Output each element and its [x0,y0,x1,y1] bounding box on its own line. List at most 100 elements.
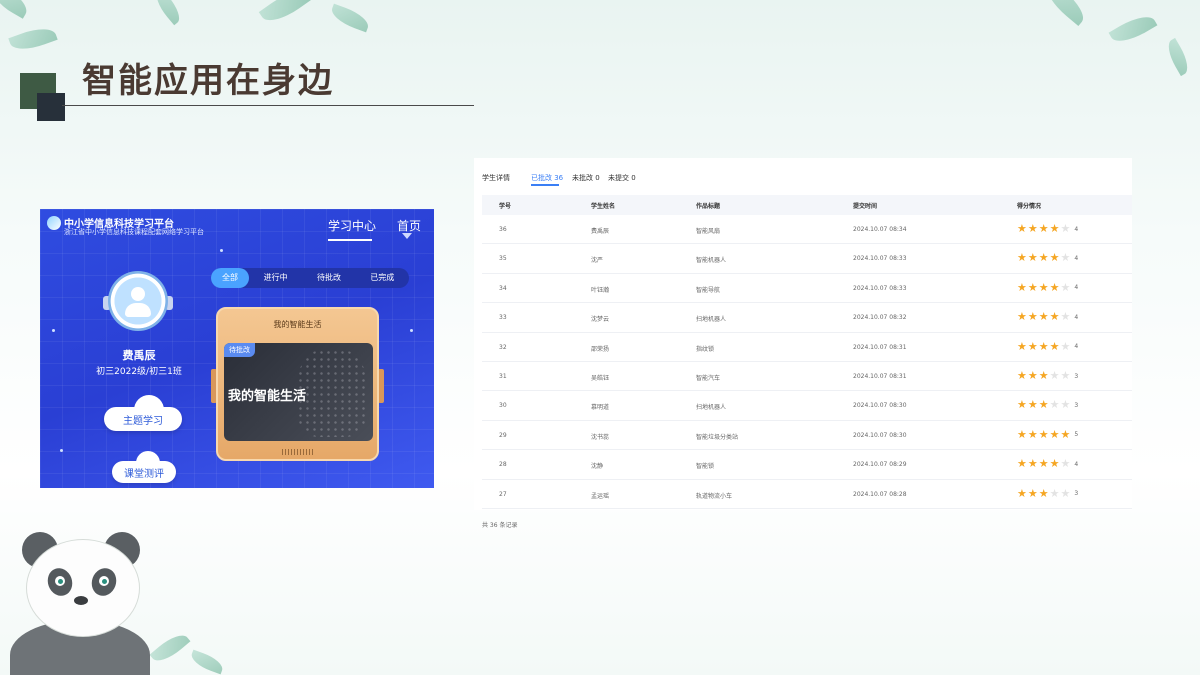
tab-all[interactable]: 全部 [211,268,249,288]
nav-active-indicator [328,239,372,241]
cell-student-id: 28 [499,461,507,469]
star-icon: ★ [1038,427,1049,441]
star-icon: ★ [1027,427,1038,441]
cell-submit-time: 2024.10.07 08:33 [853,284,907,292]
ai-face-image [297,349,367,437]
panda-pupil [102,579,107,584]
star-icon: ★ [1038,310,1049,324]
work-card[interactable]: 我的智能生活 待批改 我的智能生活 [216,307,379,461]
theme-learning-button[interactable]: 主题学习 [104,395,182,431]
work-card-screen: 待批改 我的智能生活 [224,343,373,441]
star-icon: ★ [1017,457,1027,471]
star-icon: ★ [1060,339,1071,353]
cell-work-title: 智能垃圾分类站 [696,433,739,441]
panda-pupil [58,579,63,584]
score-value: 3 [1074,490,1079,498]
panda-head [27,540,139,636]
star-icon: ★ [1060,457,1071,471]
class-assessment-button[interactable]: 课堂测评 [112,451,176,483]
star-rating: ★ ★ ★ ★ ★ 4 [1017,252,1078,264]
sparkle-icon [410,329,413,332]
app-logo-icon [47,216,61,230]
cell-submit-time: 2024.10.07 08:30 [853,402,907,410]
user-icon-body [125,303,151,317]
star-icon: ★ [1017,310,1027,324]
star-icon: ★ [1027,398,1038,412]
star-icon: ★ [1027,280,1038,294]
cell-submit-time: 2024.10.07 08:32 [853,314,907,322]
tab-completed[interactable]: 已完成 [356,268,409,288]
cell-work-title: 扫地机器人 [696,316,727,324]
table-row[interactable]: 35 沈严 智能机器人 2024.10.07 08:33 ★ ★ ★ ★ ★ 4 [482,244,1132,274]
table-row[interactable]: 28 沈静 智能锁 2024.10.07 08:29 ★ ★ ★ ★ ★ 4 [482,450,1132,480]
star-icon: ★ [1060,280,1071,294]
work-card-title: 我的智能生活 [273,320,322,329]
column-header: 作品标题 [696,203,721,210]
tab-pending-review[interactable]: 待批改 [302,268,355,288]
star-icon: ★ [1049,457,1060,471]
cell-student-id: 32 [499,343,507,351]
tab-active-indicator [531,184,559,186]
star-icon: ★ [1038,457,1049,471]
star-icon: ★ [1017,398,1027,412]
table-row[interactable]: 32 邵荣扬 指纹锁 2024.10.07 08:31 ★ ★ ★ ★ ★ 4 [482,333,1132,362]
star-icon: ★ [1027,251,1038,265]
column-header: 学生姓名 [591,203,616,210]
star-icon: ★ [1027,222,1038,235]
cell-student-id: 31 [499,373,507,380]
avatar [108,271,168,331]
star-icon: ★ [1017,339,1027,353]
table-row[interactable]: 34 叶钰瀚 智能导航 2024.10.07 08:33 ★ ★ ★ ★ ★ 4 [482,274,1132,304]
cell-student-name: 孟运瑶 [591,492,610,500]
star-icon: ★ [1038,251,1049,265]
score-value: 4 [1074,343,1079,351]
cell-submit-time: 2024.10.07 08:33 [853,255,907,263]
record-count: 共 36 条记录 [482,522,518,529]
cell-student-id: 33 [499,314,507,322]
nav-learning-center[interactable]: 学习中心 [328,217,376,234]
table-row[interactable]: 31 吴皓钰 智能汽车 2024.10.07 08:31 ★ ★ ★ ★ ★ 3 [482,362,1132,392]
app-brand-subtitle: 浙江省中小学信息科技课程配套网络学习平台 [64,228,204,236]
star-rating: ★ ★ ★ ★ ★ 4 [1017,339,1079,353]
status-tabs: 全部 进行中 待批改 已完成 [211,268,409,288]
cell-student-id: 30 [499,402,507,410]
table-header: 学号 学生姓名 作品标题 提交时间 得分情况 [482,195,1132,215]
star-rating: ★ ★ ★ ★ ★ 5 [1017,427,1078,441]
tab-in-progress[interactable]: 进行中 [249,268,302,288]
star-icon: ★ [1049,339,1060,353]
table-row[interactable]: 27 孟运瑶 轨道物流小车 2024.10.07 08:28 ★ ★ ★ ★ ★ 3 [482,480,1132,509]
cell-work-title: 指纹锁 [696,345,715,353]
table-row[interactable]: 29 沈书蕊 智能垃圾分类站 2024.10.07 08:30 ★ ★ ★ ★ ★ 5 [482,421,1132,451]
table-row[interactable]: 33 沈梦云 扫地机器人 2024.10.07 08:32 ★ ★ ★ ★ ★ 4 [482,303,1132,333]
star-icon: ★ [1049,251,1060,265]
slide-title: 智能应用在身边 [82,61,334,101]
nav-home[interactable]: 首页 [397,217,421,234]
cell-work-title: 智能风扇 [696,228,721,235]
user-icon [131,287,145,301]
title-underline [62,105,474,106]
table-row[interactable]: 30 慕明道 扫地机器人 2024.10.07 08:30 ★ ★ ★ ★ ★ 3 [482,391,1132,421]
cell-student-name: 沈严 [591,257,604,265]
score-value: 4 [1074,254,1079,262]
cell-work-title: 扫地机器人 [696,404,727,412]
star-rating: ★ ★ ★ ★ ★ 4 [1017,280,1078,294]
tab-ungraded[interactable]: 未批改 0 [572,173,600,183]
device-vent [282,449,314,455]
cell-submit-time: 2024.10.07 08:28 [853,490,907,498]
user-class: 初三2022级/初三1班 [96,367,182,377]
score-value: 4 [1074,460,1079,468]
cell-submit-time: 2024.10.07 08:31 [853,373,907,380]
tab-graded[interactable]: 已批改 36 [531,173,563,183]
star-icon: ★ [1038,486,1049,500]
status-badge: 待批改 [224,343,255,357]
star-icon: ★ [1049,398,1060,412]
star-icon: ★ [1027,339,1038,353]
star-icon: ★ [1060,222,1071,235]
table-row[interactable]: 36 费禹辰 智能风扇 2024.10.07 08:34 ★ ★ ★ ★ ★ 4 [482,215,1132,245]
tab-unsubmitted[interactable]: 未提交 0 [608,173,636,183]
cell-student-id: 27 [499,490,507,498]
star-icon: ★ [1060,369,1071,382]
panel-title: 学生详情 [482,174,510,182]
app-screenshot: 中小学信息科技学习平台 浙江省中小学信息科技课程配套网络学习平台 学习中心 首页… [40,209,434,488]
cell-submit-time: 2024.10.07 08:31 [853,343,907,351]
